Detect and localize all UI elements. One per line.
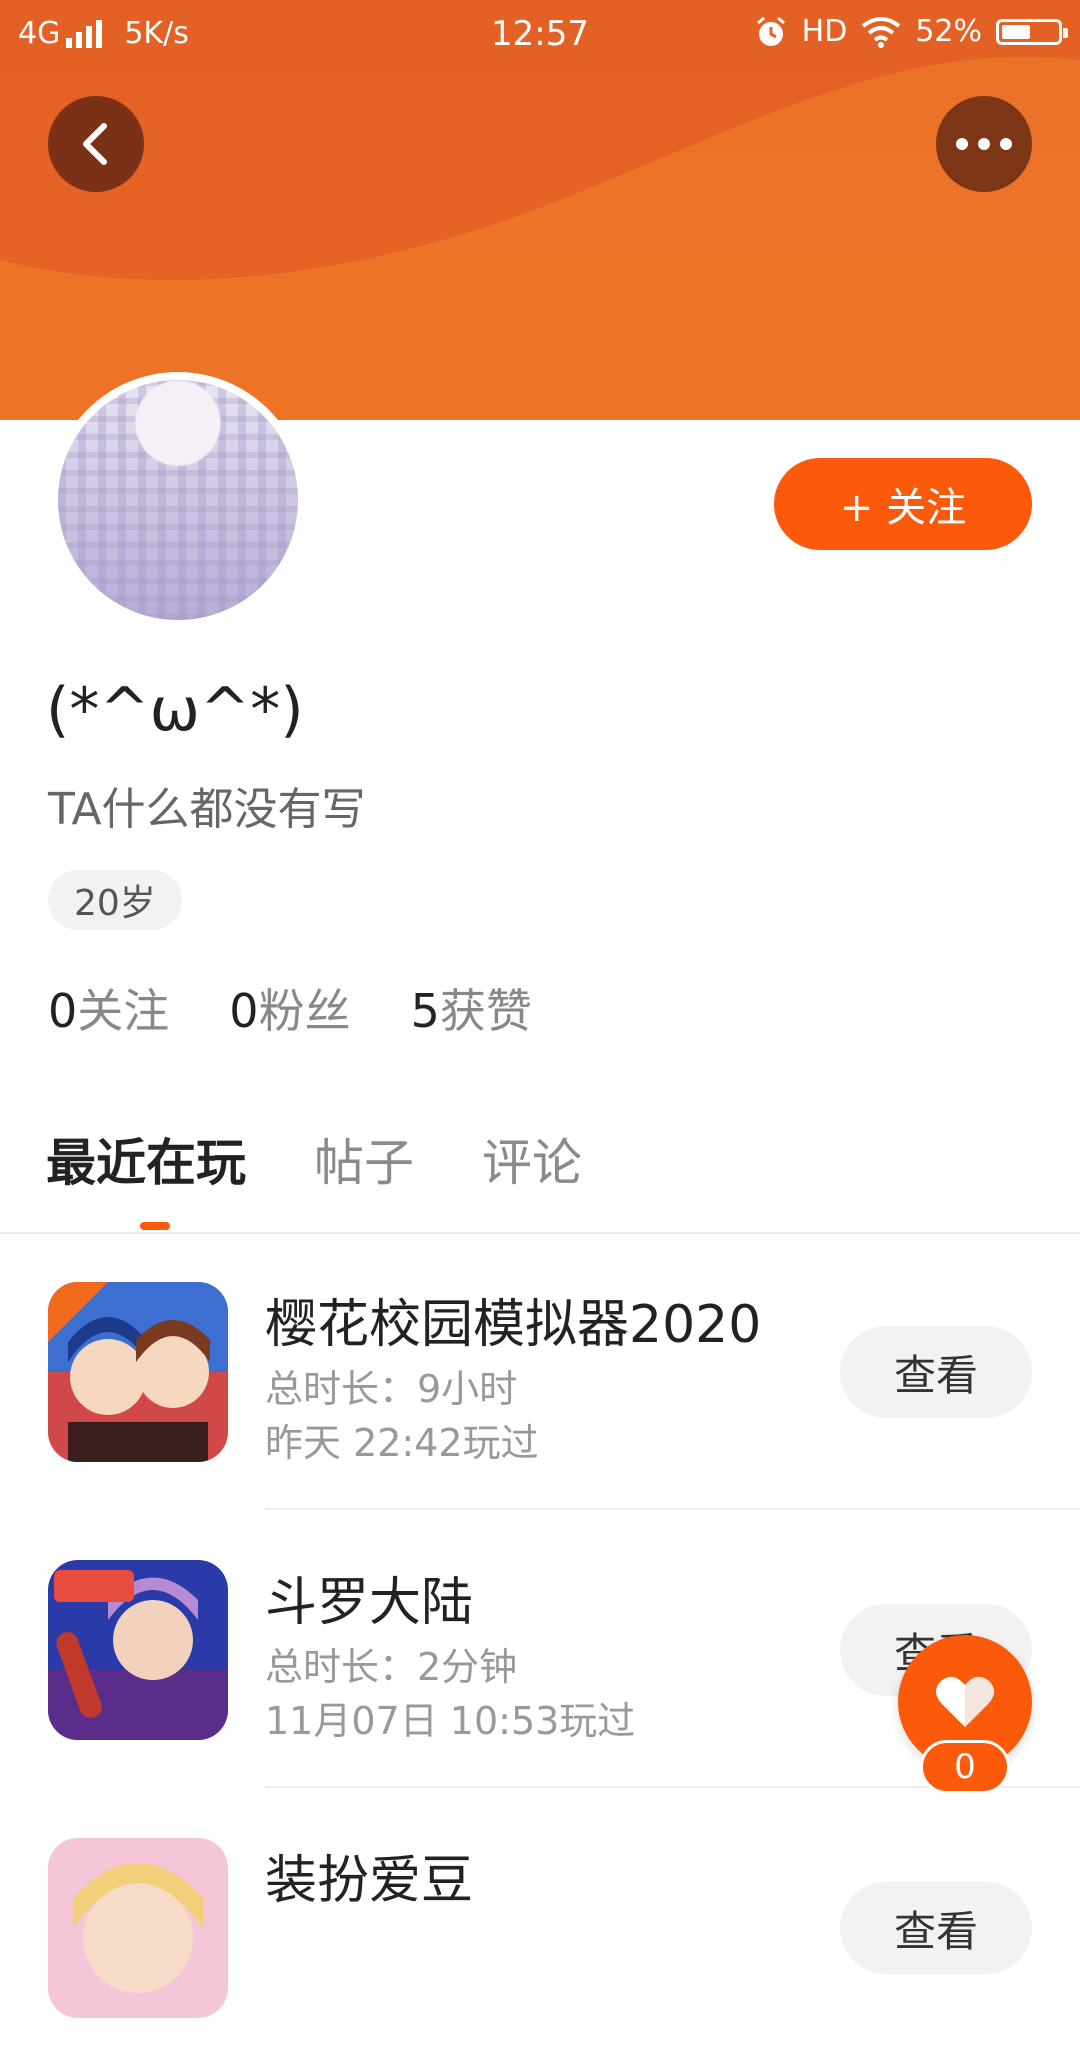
stat-num: 0 [229, 984, 259, 1038]
view-button[interactable]: 查看 [840, 1326, 1032, 1418]
stat-likes[interactable]: 5获赞 [411, 975, 532, 1041]
battery-icon [996, 18, 1068, 45]
age-label: 20岁 [74, 883, 156, 924]
stat-fans[interactable]: 0粉丝 [229, 975, 350, 1041]
view-button[interactable]: 查看 [840, 1882, 1032, 1974]
like-count-badge: 0 [920, 1740, 1010, 1794]
list-item[interactable]: 装扮爱豆 查看 [0, 1790, 1080, 2066]
battery-percent: 52% [915, 14, 982, 49]
stat-num: 0 [48, 984, 78, 1038]
age-badge: 20岁 [48, 870, 182, 930]
follow-button[interactable]: + 关注 [774, 458, 1032, 550]
bio: TA什么都没有写 [48, 784, 366, 835]
avatar[interactable] [50, 372, 306, 628]
avatar-image [58, 380, 298, 620]
stat-label: 关注 [77, 984, 170, 1038]
game-duration: 总时长：2分钟 [265, 1645, 518, 1689]
game-icon [48, 1838, 228, 2018]
stat-label: 获赞 [439, 984, 532, 1038]
game-title: 斗罗大陆 [265, 1573, 474, 1633]
wifi-icon [862, 16, 901, 48]
back-button[interactable] [48, 96, 144, 192]
chevron-left-icon [83, 123, 107, 165]
list-item[interactable]: 樱花校园模拟器2020 总时长：9小时 昨天 22:42玩过 查看 [0, 1234, 1080, 1510]
game-icon [48, 1282, 228, 1462]
tab-comments[interactable]: 评论 [482, 1123, 582, 1195]
tab-indicator [140, 1222, 170, 1230]
more-button[interactable] [936, 96, 1032, 192]
tab-recent-playing[interactable]: 最近在玩 [46, 1123, 246, 1195]
game-duration: 总时长：9小时 [265, 1367, 518, 1411]
game-title: 樱花校园模拟器2020 [265, 1295, 762, 1355]
alarm-icon [756, 16, 785, 46]
heart-icon [936, 1676, 994, 1727]
follow-button-label: + 关注 [839, 485, 967, 531]
stat-following[interactable]: 0关注 [48, 975, 169, 1041]
stat-num: 5 [410, 984, 440, 1038]
stat-label: 粉丝 [258, 984, 351, 1038]
game-last-played: 11月07日 10:53玩过 [265, 1699, 636, 1743]
game-icon [48, 1560, 228, 1740]
tab-posts[interactable]: 帖子 [314, 1123, 414, 1195]
tab-bar: 最近在玩 帖子 评论 [46, 1123, 582, 1195]
stats-row: 0关注 0粉丝 5获赞 [48, 975, 532, 1041]
game-last-played: 昨天 22:42玩过 [265, 1421, 539, 1465]
divider [265, 1508, 1080, 1510]
more-dots-icon [956, 138, 1012, 150]
hd-indicator: HD [801, 14, 848, 49]
status-bar: 4G 5K/s 12:57 HD 52% [0, 0, 1080, 70]
game-title: 装扮爱豆 [265, 1851, 474, 1911]
nickname: (*^ω^*) [46, 675, 304, 745]
